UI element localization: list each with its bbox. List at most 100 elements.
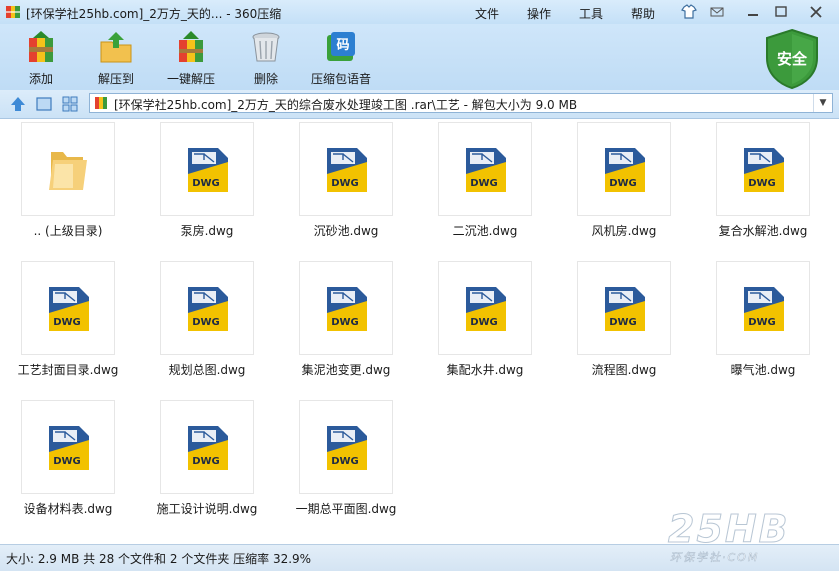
dwg-file-icon: DWG [188, 426, 228, 470]
file-name: 集配水井.dwg [446, 363, 524, 377]
one-click-extract-icon [179, 31, 203, 62]
file-thumbnail: DWG [577, 261, 671, 355]
add-button[interactable]: 添加 [6, 30, 76, 87]
toolbar: 添加 解压到 一键解压 删除 码 压缩包语音 安全 [0, 24, 839, 90]
archive-voice-button[interactable]: 码 压缩包语音 [306, 30, 376, 87]
close-icon[interactable] [806, 2, 826, 22]
menu-help[interactable]: 帮助 [631, 5, 655, 22]
svg-text:DWG: DWG [331, 317, 359, 328]
dwg-file-icon: DWG [327, 148, 367, 192]
archive-file-icon [95, 97, 107, 109]
file-name: 风机房.dwg [591, 224, 657, 238]
feedback-icon[interactable] [708, 2, 726, 22]
add-label: 添加 [28, 72, 53, 86]
file-name: 施工设计说明.dwg [156, 502, 258, 516]
archive-voice-icon: 码 [327, 32, 355, 61]
svg-text:DWG: DWG [53, 317, 81, 328]
delete-button[interactable]: 删除 [231, 30, 301, 87]
watermark-tagline: 环保学社·COM [670, 551, 760, 565]
svg-text:DWG: DWG [192, 317, 220, 328]
archive-voice-label: 压缩包语音 [310, 72, 371, 86]
svg-text:DWG: DWG [470, 178, 498, 189]
file-item[interactable]: DWG 流程图.dwg [559, 258, 689, 388]
skin-shirt-icon[interactable] [680, 2, 698, 22]
file-item[interactable]: DWG 施工设计说明.dwg [142, 397, 272, 527]
file-thumbnail: DWG [438, 122, 532, 216]
file-item[interactable]: DWG 复合水解池.dwg [698, 119, 828, 249]
file-item[interactable]: DWG 设备材料表.dwg [3, 397, 133, 527]
svg-text:DWG: DWG [53, 456, 81, 467]
file-item[interactable]: DWG 一期总平面图.dwg [281, 397, 411, 527]
address-field[interactable]: [环保学社25hb.com]_2万方_天的综合废水处理竣工图 .rar\工艺 -… [89, 93, 833, 113]
address-bar: [环保学社25hb.com]_2万方_天的综合废水处理竣工图 .rar\工艺 -… [0, 90, 839, 119]
file-thumbnail: DWG [160, 122, 254, 216]
dwg-file-icon: DWG [188, 148, 228, 192]
file-name: 二沉池.dwg [452, 224, 518, 238]
file-item[interactable]: DWG 集配水井.dwg [420, 258, 550, 388]
file-name: 曝气池.dwg [730, 363, 796, 377]
file-item[interactable]: DWG 集泥池变更.dwg [281, 258, 411, 388]
menu-file[interactable]: 文件 [475, 5, 499, 22]
file-item[interactable]: DWG 沉砂池.dwg [281, 119, 411, 249]
file-name: 规划总图.dwg [168, 363, 246, 377]
file-thumbnail: DWG [716, 122, 810, 216]
menu-tools[interactable]: 工具 [579, 5, 603, 22]
file-item[interactable]: DWG 风机房.dwg [559, 119, 689, 249]
extract-to-label: 解压到 [97, 72, 134, 86]
svg-text:DWG: DWG [331, 178, 359, 189]
file-name: 工艺封面目录.dwg [17, 363, 119, 377]
file-item[interactable]: DWG 曝气池.dwg [698, 258, 828, 388]
dwg-file-icon: DWG [605, 287, 645, 331]
file-item[interactable]: DWG 规划总图.dwg [142, 258, 272, 388]
extract-to-button[interactable]: 解压到 [81, 30, 151, 87]
file-thumbnail: DWG [577, 122, 671, 216]
svg-text:DWG: DWG [192, 456, 220, 467]
file-thumbnail: DWG [299, 122, 393, 216]
large-icon-view-icon[interactable] [35, 95, 53, 113]
dwg-file-icon: DWG [327, 287, 367, 331]
dwg-file-icon: DWG [188, 287, 228, 331]
delete-trash-icon [252, 32, 280, 62]
dwg-file-icon: DWG [744, 287, 784, 331]
file-name: 一期总平面图.dwg [295, 502, 397, 516]
dwg-file-icon: DWG [49, 287, 89, 331]
grid-view-icon[interactable] [61, 95, 79, 113]
status-text: 大小: 2.9 MB 共 28 个文件和 2 个文件夹 压缩率 32.9% [6, 552, 312, 566]
file-name: .. (上级目录) [33, 224, 103, 238]
file-name: 流程图.dwg [591, 363, 657, 377]
minimize-icon[interactable] [744, 2, 762, 22]
security-shield[interactable]: 安全 [763, 28, 821, 90]
up-folder-icon[interactable] [9, 95, 27, 113]
address-path: [环保学社25hb.com]_2万方_天的综合废水处理竣工图 .rar\工艺 -… [114, 98, 578, 112]
file-thumbnail: DWG [21, 261, 115, 355]
file-item[interactable]: DWG 二沉池.dwg [420, 119, 550, 249]
window-title: [环保学社25hb.com]_2万方_天的... - 360压缩 [26, 7, 282, 21]
dwg-file-icon: DWG [466, 287, 506, 331]
file-thumbnail: DWG [299, 400, 393, 494]
site-watermark: 25HB 环保学社·COM [664, 507, 836, 567]
maximize-icon[interactable] [772, 2, 790, 22]
svg-text:DWG: DWG [748, 178, 776, 189]
security-label: 安全 [776, 50, 807, 68]
svg-text:DWG: DWG [609, 317, 637, 328]
add-archive-icon [29, 31, 53, 62]
svg-text:DWG: DWG [192, 178, 220, 189]
one-click-extract-button[interactable]: 一键解压 [156, 30, 226, 87]
delete-label: 删除 [253, 72, 278, 86]
dwg-file-icon: DWG [49, 426, 89, 470]
watermark-logo: 25HB [668, 507, 790, 552]
folder-icon [49, 152, 87, 190]
file-name: 集泥池变更.dwg [301, 363, 391, 377]
dwg-file-icon: DWG [466, 148, 506, 192]
one-click-extract-label: 一键解压 [166, 72, 215, 86]
address-dropdown-icon[interactable]: ▼ [813, 94, 832, 112]
file-item-parent-folder[interactable]: .. (上级目录) [3, 119, 133, 249]
file-thumbnail: DWG [160, 261, 254, 355]
app-logo-icon [6, 6, 20, 18]
svg-text:DWG: DWG [470, 317, 498, 328]
title-bar: [环保学社25hb.com]_2万方_天的... - 360压缩 文件 操作 工… [0, 0, 839, 24]
file-item[interactable]: DWG 工艺封面目录.dwg [3, 258, 133, 388]
file-item[interactable]: DWG 泵房.dwg [142, 119, 272, 249]
file-thumbnail: DWG [160, 400, 254, 494]
menu-operation[interactable]: 操作 [527, 5, 551, 22]
